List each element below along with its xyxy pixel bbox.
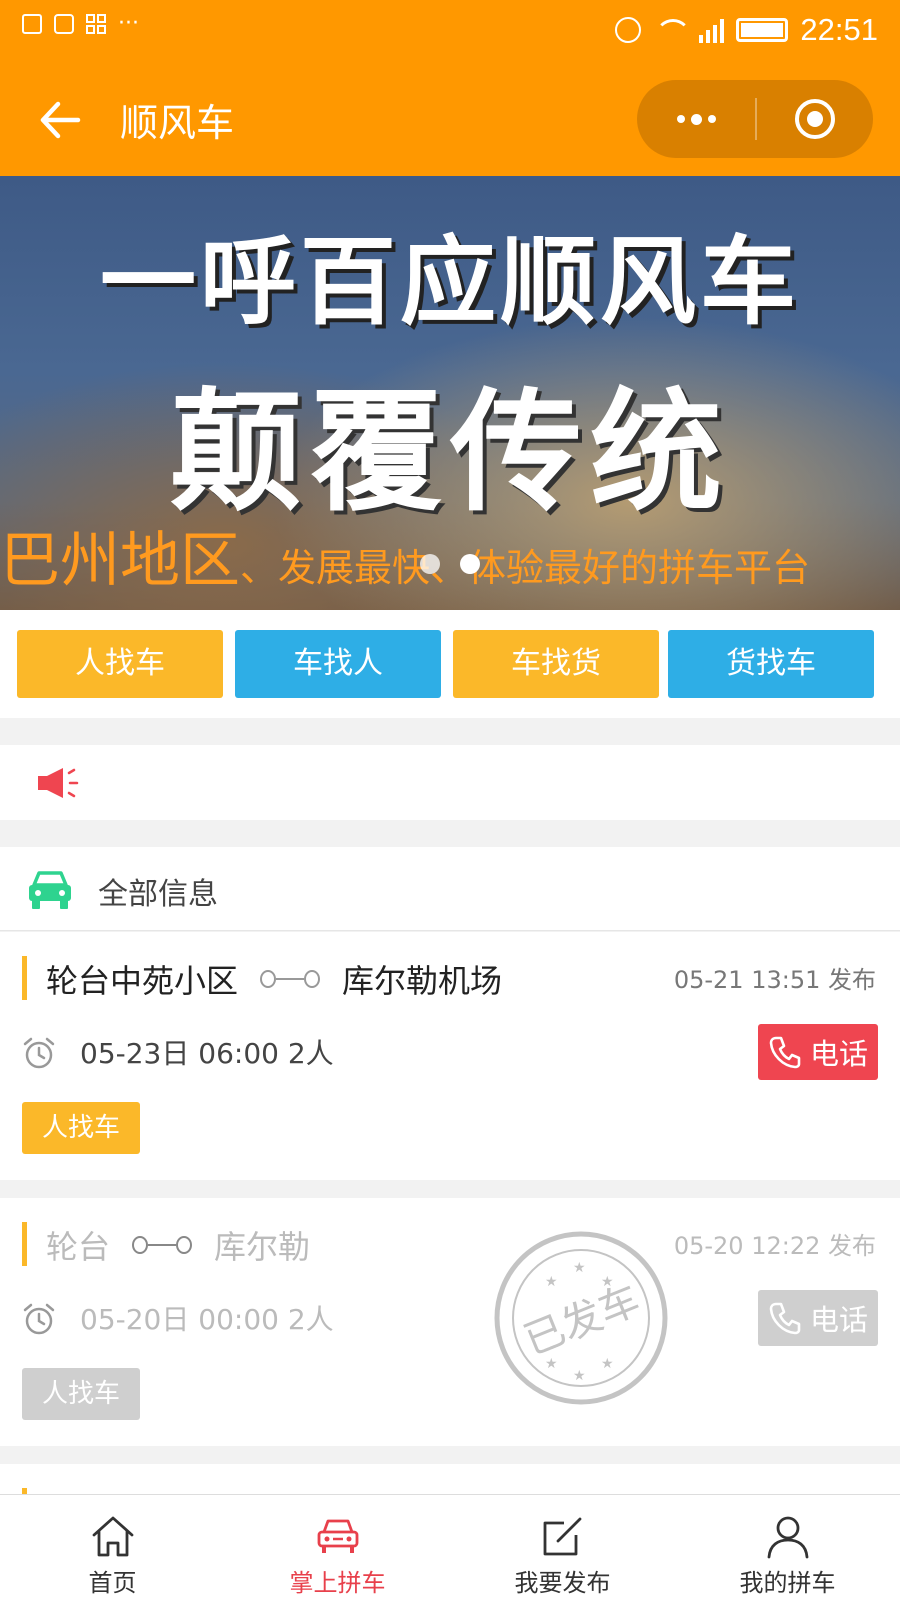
ride-route: 轮台中苑小区 库尔勒机场 [46, 956, 502, 1002]
ride-origin: 轮台中苑小区 [46, 962, 239, 1000]
category-car-seeks-cargo-button[interactable]: 车找货 [453, 630, 659, 698]
megaphone-icon [38, 768, 79, 798]
capsule-divider [755, 98, 757, 140]
promo-banner[interactable]: 一呼百应顺风车 颠覆传统 巴州地区、发展最快、体验最好的拼车平台 [0, 176, 900, 610]
ride-type-tag: 人找车 [22, 1102, 140, 1154]
phone-icon [769, 1036, 801, 1069]
tab-label: 首页 [88, 1569, 137, 1597]
banner-headline: 一呼百应顺风车 [100, 226, 800, 338]
svg-text:★: ★ [601, 1356, 614, 1372]
more-notifications-icon: ··· [118, 11, 139, 36]
section-header: 全部信息 [0, 847, 900, 931]
clock: 22:51 [800, 12, 878, 47]
back-arrow-icon[interactable] [38, 98, 82, 142]
wifi-icon [653, 17, 692, 43]
ride-card[interactable]: 轮台中苑小区 库尔勒机场 05-21 13:51 发布 05-23日 06:00… [0, 932, 900, 1180]
category-car-seeks-passenger-button[interactable]: 车找人 [235, 630, 441, 698]
tab-my-carpool[interactable]: 我的拼车 [675, 1495, 900, 1600]
alarm-clock-icon [23, 1303, 55, 1335]
edit-icon [543, 1517, 582, 1556]
section-title: 全部信息 [98, 877, 218, 912]
carousel-indicator [420, 554, 480, 574]
ride-type-tag: 人找车 [22, 1368, 140, 1420]
ride-destination: 库尔勒机场 [342, 962, 503, 1000]
ride-card[interactable] [0, 1464, 900, 1494]
bottom-tab-bar: 首页 掌上拼车 我要发布 我的拼车 [0, 1494, 900, 1600]
alarm-icon [615, 17, 642, 43]
posted-time: 05-21 13:51 发布 [673, 966, 876, 994]
carousel-dot-active[interactable] [460, 554, 480, 574]
banner-tagline-region: 巴州地区 [0, 526, 240, 596]
ride-origin: 轮台 [46, 1228, 111, 1266]
message-notification-icon [54, 14, 74, 34]
close-miniprogram-icon[interactable] [795, 99, 835, 139]
miniprogram-capsule [637, 80, 873, 158]
notification-icons: ··· [22, 11, 139, 36]
call-button-label: 电话 [809, 1037, 868, 1071]
call-button[interactable]: 电话 [758, 1290, 878, 1346]
ride-card[interactable]: 轮台 库尔勒 05-20 12:22 发布 05-20日 00:00 2人 电话… [0, 1198, 900, 1446]
ride-route: 轮台 库尔勒 [46, 1222, 310, 1268]
alarm-clock-icon [23, 1037, 55, 1069]
car-icon [317, 1519, 359, 1553]
route-connector-icon [132, 1235, 193, 1255]
banner-tagline-rest: 、发展最快、体验最好的拼车平台 [240, 546, 811, 590]
ride-destination: 库尔勒 [214, 1228, 311, 1266]
car-icon [29, 871, 71, 909]
image-notification-icon [22, 14, 42, 34]
user-icon [767, 1516, 809, 1559]
notice-bar[interactable] [0, 745, 900, 820]
tab-label: 我要发布 [514, 1569, 611, 1597]
card-accent-bar [22, 956, 27, 1000]
system-indicators: 22:51 [615, 12, 878, 48]
call-button[interactable]: 电话 [758, 1024, 878, 1080]
home-icon [92, 1516, 134, 1557]
departed-stamp: ★★ ★ ★★ ★ 已发车 [494, 1231, 668, 1405]
departure-info: 05-23日 06:00 2人 [80, 1037, 334, 1070]
carousel-dot[interactable] [420, 554, 440, 574]
page-title: 顺风车 [120, 101, 235, 145]
svg-text:★: ★ [573, 1368, 586, 1384]
tab-publish[interactable]: 我要发布 [450, 1495, 675, 1600]
banner-tagline: 巴州地区、发展最快、体验最好的拼车平台 [0, 512, 810, 599]
tab-carpool[interactable]: 掌上拼车 [225, 1495, 450, 1600]
phone-icon [769, 1302, 801, 1335]
banner-slogan: 颠覆传统 [170, 376, 730, 530]
cell-signal-icon [699, 17, 725, 43]
stamp-text: 已发车 [518, 1277, 646, 1365]
svg-text:★: ★ [545, 1274, 558, 1290]
departure-info: 05-20日 00:00 2人 [80, 1303, 334, 1336]
more-options-icon[interactable] [637, 80, 755, 158]
call-button-label: 电话 [809, 1303, 868, 1337]
category-cargo-seeks-car-button[interactable]: 货找车 [668, 630, 874, 698]
app-notification-icon [86, 14, 106, 34]
svg-text:★: ★ [573, 1260, 586, 1276]
tab-label: 我的拼车 [739, 1569, 836, 1597]
posted-time: 05-20 12:22 发布 [673, 1232, 876, 1260]
status-bar: ··· 22:51 [0, 0, 900, 62]
route-connector-icon [260, 969, 321, 989]
category-buttons: 人找车 车找人 车找货 货找车 [0, 610, 900, 718]
tab-home[interactable]: 首页 [0, 1495, 225, 1600]
card-accent-bar [22, 1222, 27, 1266]
tab-label: 掌上拼车 [289, 1569, 386, 1597]
battery-icon [736, 18, 789, 42]
category-passenger-seeks-car-button[interactable]: 人找车 [17, 630, 223, 698]
nav-bar: 顺风车 [0, 62, 900, 176]
